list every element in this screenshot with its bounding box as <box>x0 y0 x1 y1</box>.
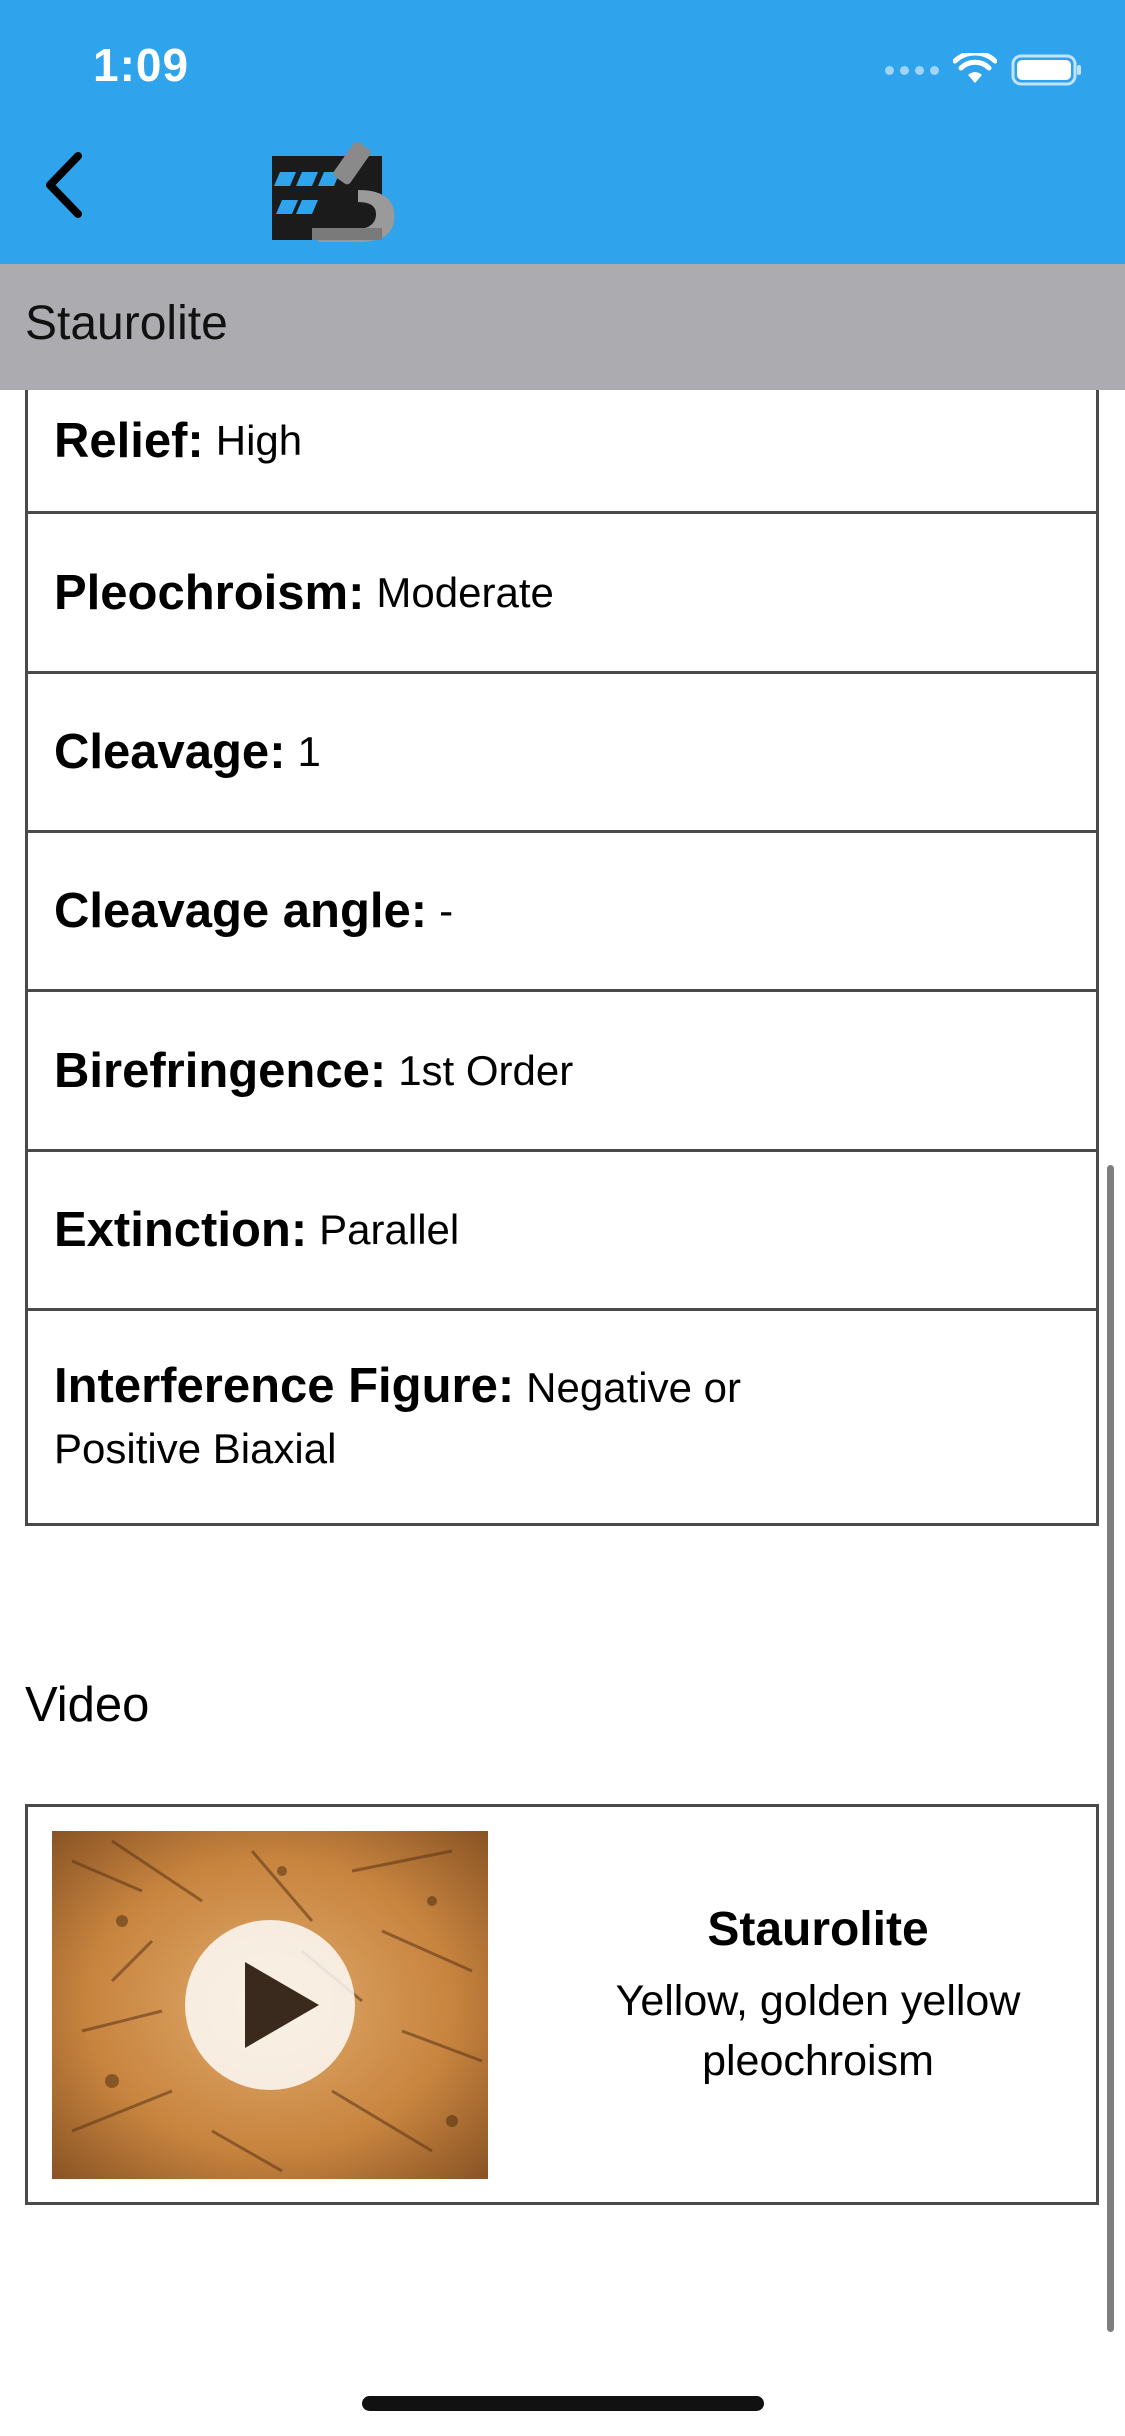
properties-table: Relief: High Pleochroism: Moderate Cleav… <box>25 390 1099 1526</box>
signal-dots-icon <box>885 65 939 75</box>
video-card[interactable]: Staurolite Yellow, golden yellow pleochr… <box>25 1804 1099 2205</box>
property-row-cleavage: Cleavage: 1 <box>28 674 1096 833</box>
property-label: Cleavage: <box>54 725 286 779</box>
video-info: Staurolite Yellow, golden yellow pleochr… <box>548 1902 1088 2091</box>
property-label: Extinction: <box>54 1203 308 1257</box>
wifi-icon <box>953 53 997 83</box>
chevron-left-icon <box>46 152 82 218</box>
property-label: Cleavage angle: <box>54 884 428 938</box>
content-scroll-area[interactable]: Relief: High Pleochroism: Moderate Cleav… <box>0 390 1125 2436</box>
page-title: Staurolite <box>25 297 228 350</box>
video-description-line1: Yellow, golden yellow <box>615 1977 1021 2025</box>
property-value: 1 <box>297 728 321 775</box>
property-label: Birefringence: <box>54 1043 387 1098</box>
property-value: 1st Order <box>398 1046 574 1094</box>
property-row-pleochroism: Pleochroism: Moderate <box>28 514 1096 674</box>
play-button[interactable] <box>185 1920 355 2090</box>
property-value: - <box>439 887 454 934</box>
property-label: Pleochroism: <box>54 565 365 620</box>
status-time: 1:09 <box>93 39 190 91</box>
property-value: Negative or <box>526 1364 741 1411</box>
property-row-interference-figure: Interference Figure: Negative or Positive… <box>28 1311 1096 1523</box>
property-label: Interference Figure: <box>54 1359 515 1413</box>
video-description: Yellow, golden yellow pleochroism <box>548 1971 1088 2091</box>
back-button[interactable] <box>40 150 120 240</box>
property-row-extinction: Extinction: Parallel <box>28 1152 1096 1311</box>
property-row-relief: Relief: High <box>28 390 1096 514</box>
property-row-cleavage-angle: Cleavage angle: - <box>28 833 1096 992</box>
scroll-indicator[interactable] <box>1107 1165 1114 2332</box>
home-indicator[interactable] <box>362 2396 764 2411</box>
video-title: Staurolite <box>707 1903 929 1956</box>
property-label: Relief: <box>54 413 204 468</box>
property-value: Moderate <box>376 568 554 616</box>
status-icons <box>885 50 1083 90</box>
video-thumbnail[interactable] <box>52 1831 488 2179</box>
microscope-film-logo <box>272 141 395 243</box>
screen: 1:09 Staurolite Relief: High Pleochroism… <box>0 0 1125 2436</box>
title-bar: Staurolite <box>0 264 1125 390</box>
video-description-line2: pleochroism <box>702 2037 934 2085</box>
property-value: High <box>215 416 303 464</box>
property-row-birefringence: Birefringence: 1st Order <box>28 992 1096 1152</box>
property-value-line2: Positive Biaxial <box>54 1425 337 1472</box>
property-value: Parallel <box>319 1206 460 1253</box>
battery-icon <box>1011 54 1081 86</box>
top-bar: 1:09 <box>0 0 1125 264</box>
play-icon <box>245 1962 319 2048</box>
app-logo <box>272 141 406 246</box>
video-section-heading: Video <box>25 1678 150 1732</box>
